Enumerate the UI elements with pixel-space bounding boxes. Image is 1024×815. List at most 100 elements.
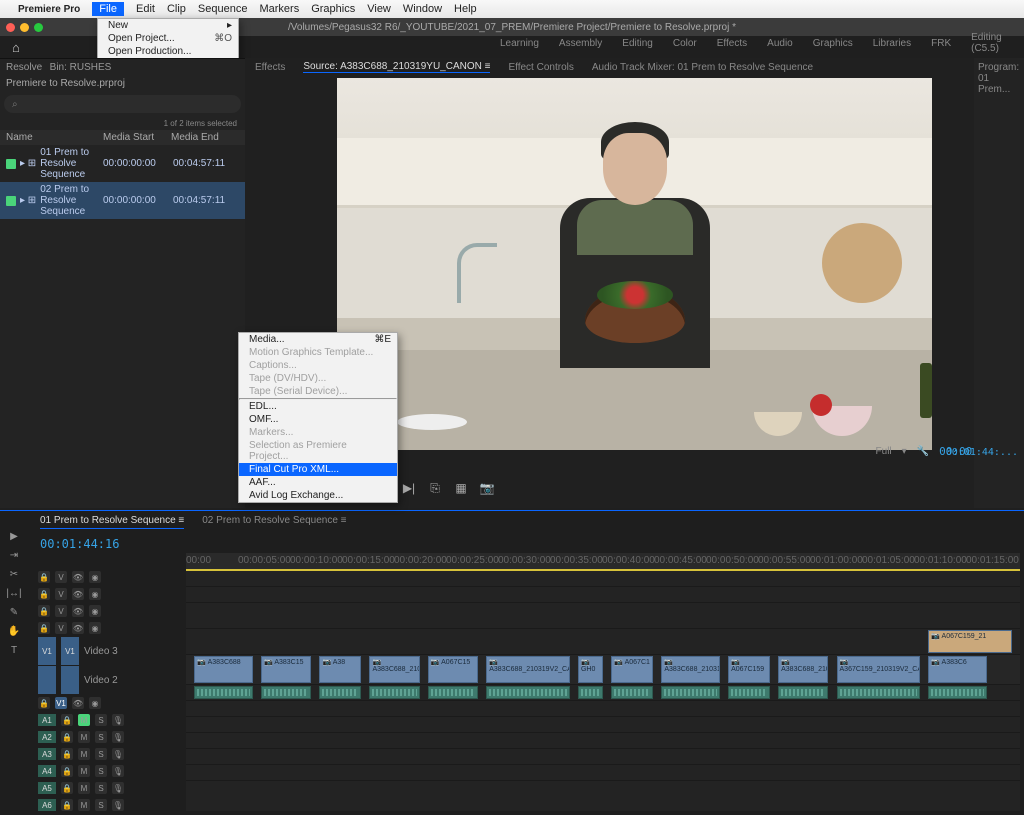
video-clip[interactable]: 📷 A067C1: [611, 656, 653, 683]
workspace-frk[interactable]: FRK: [931, 38, 951, 49]
menu-item[interactable]: Open Project...⌘O: [98, 32, 238, 45]
submenu-item[interactable]: Final Cut Pro XML...: [239, 463, 397, 476]
menu-file[interactable]: File: [92, 2, 124, 16]
video-clip[interactable]: 📷 GH0: [578, 656, 603, 683]
video-clip[interactable]: 📷 A383C15: [261, 656, 311, 683]
project-panel: Resolve Bin: RUSHES Premiere to Resolve.…: [0, 58, 245, 508]
audio-clip[interactable]: [661, 686, 719, 699]
project-item[interactable]: ▸ ⊞02 Prem to Resolve Sequence00:00:00:0…: [0, 182, 245, 219]
program-timecode: 00:01:44:...: [946, 447, 1018, 458]
go-out-icon[interactable]: ▶|: [401, 481, 417, 495]
ripple-tool-icon[interactable]: ✂: [10, 569, 18, 580]
audio-clip[interactable]: [194, 686, 252, 699]
lane-v1: 📷 A383C688 📷 A383C15 📷 A38 📷 A383C688_21031…: [186, 655, 1020, 685]
window-controls[interactable]: [0, 20, 49, 35]
sequence-tab[interactable]: 01 Prem to Resolve Sequence ≡: [40, 515, 184, 529]
workspace-audio[interactable]: Audio: [767, 38, 793, 49]
audio-clip[interactable]: [728, 686, 770, 699]
audio-clip[interactable]: [369, 686, 419, 699]
workspace-color[interactable]: Color: [673, 38, 697, 49]
audio-clip[interactable]: [319, 686, 361, 699]
video-clip[interactable]: 📷 A383C6: [928, 656, 986, 683]
overwrite-icon[interactable]: ▦: [453, 481, 469, 495]
menu-markers[interactable]: Markers: [259, 3, 299, 15]
audio-clip[interactable]: [261, 686, 311, 699]
audio-clip[interactable]: [486, 686, 569, 699]
menu-clip[interactable]: Clip: [167, 3, 186, 15]
video-clip[interactable]: 📷 A383C688_210: [778, 656, 828, 683]
source-tab[interactable]: Source: A383C688_210319YU_CANON ≡: [303, 61, 490, 73]
insert-icon[interactable]: ⎘: [427, 481, 443, 496]
menu-graphics[interactable]: Graphics: [311, 3, 355, 15]
workspace-editing[interactable]: Editing: [622, 38, 653, 49]
submenu-item[interactable]: OMF...: [239, 413, 397, 426]
menu-item[interactable]: Open Production...: [98, 45, 238, 58]
submenu-item[interactable]: EDL...: [239, 400, 397, 413]
lane-a5: [186, 749, 1020, 765]
type-tool-icon[interactable]: T: [11, 645, 17, 656]
submenu-item[interactable]: Avid Log Exchange...: [239, 489, 397, 502]
workspace-editing (c5.5)[interactable]: Editing (C5.5): [971, 32, 1024, 54]
lane-v3: [186, 587, 1020, 603]
hand-tool-icon[interactable]: ✋: [8, 626, 20, 637]
workspace-assembly[interactable]: Assembly: [559, 38, 602, 49]
source-tabs: Effects Source: A383C688_210319YU_CANON ≡…: [245, 58, 1024, 76]
menu-item[interactable]: New▸: [98, 19, 238, 32]
submenu-item: Tape (Serial Device)...: [239, 385, 397, 398]
resolve-label: Resolve: [6, 62, 42, 73]
export-frame-icon[interactable]: 📷: [479, 481, 495, 495]
bin-label: Bin: RUSHES: [50, 62, 112, 73]
source-tab[interactable]: Effects: [255, 62, 285, 73]
timeline-lanes[interactable]: 00:0000:00:05:0000:00:10:0000:00:15:0000…: [186, 553, 1020, 811]
video-clip[interactable]: 📷 A38: [319, 656, 361, 683]
selection-tool-icon[interactable]: ▶: [10, 531, 18, 542]
wrench-icon[interactable]: 🔧: [917, 446, 929, 457]
video-clip[interactable]: 📷 A067C15: [428, 656, 478, 683]
audio-clip[interactable]: [778, 686, 828, 699]
menu-edit[interactable]: Edit: [136, 3, 155, 15]
video-clip[interactable]: 📷 A383C688_210319U: [661, 656, 719, 683]
submenu-item: Selection as Premiere Project...: [239, 439, 397, 463]
project-item[interactable]: ▸ ⊞01 Prem to Resolve Sequence00:00:00:0…: [0, 145, 245, 182]
selection-count: 1 of 2 items selected: [0, 117, 245, 130]
search-icon: ⌕: [12, 99, 18, 110]
sequence-tab[interactable]: 02 Prem to Resolve Sequence ≡: [202, 515, 346, 529]
workspace-learning[interactable]: Learning: [500, 38, 539, 49]
video-clip[interactable]: 📷 A383C688_210319V2_CANON: [486, 656, 569, 683]
submenu-item[interactable]: Media...⌘E: [239, 333, 397, 346]
workspace-effects[interactable]: Effects: [717, 38, 747, 49]
audio-clip[interactable]: [928, 686, 986, 699]
track-headers: 🔒V👁◉🔒V👁◉🔒V👁◉🔒V👁◉V1V1Video 3Video 2🔒V1👁◉A…: [34, 569, 184, 814]
video-clip[interactable]: 📷 A383C688_210319: [369, 656, 419, 683]
source-tab[interactable]: Effect Controls: [508, 62, 573, 73]
audio-clip[interactable]: [611, 686, 653, 699]
lane-a6: [186, 765, 1020, 781]
full-dropdown[interactable]: Full: [876, 446, 892, 457]
workspace-libraries[interactable]: Libraries: [873, 38, 911, 49]
submenu-item[interactable]: AAF...: [239, 476, 397, 489]
submenu-item: Tape (DV/HDV)...: [239, 372, 397, 385]
menu-window[interactable]: Window: [403, 3, 442, 15]
video-clip[interactable]: 📷 A383C688: [194, 656, 252, 683]
timeline-timecode: 00:01:44:16: [0, 533, 1024, 555]
audio-clip[interactable]: [578, 686, 603, 699]
audio-clip[interactable]: [837, 686, 920, 699]
time-ruler[interactable]: 00:0000:00:05:0000:00:10:0000:00:15:0000…: [186, 553, 1020, 569]
track-select-icon[interactable]: ⇥: [10, 550, 18, 561]
submenu-item: Markers...: [239, 426, 397, 439]
source-preview[interactable]: [337, 78, 932, 450]
video-clip[interactable]: 📷 A367C159_210319V2_CA: [837, 656, 920, 683]
source-tab[interactable]: Audio Track Mixer: 01 Prem to Resolve Se…: [592, 62, 813, 73]
video-clip[interactable]: 📷 A067C159: [728, 656, 770, 683]
slip-tool-icon[interactable]: |↔|: [6, 588, 21, 599]
menu-view[interactable]: View: [367, 3, 391, 15]
app-name[interactable]: Premiere Pro: [18, 4, 80, 15]
project-tab[interactable]: Premiere to Resolve.prproj: [6, 78, 125, 89]
audio-clip[interactable]: [428, 686, 478, 699]
search-input[interactable]: ⌕: [4, 95, 241, 113]
workspace-graphics[interactable]: Graphics: [813, 38, 853, 49]
pen-tool-icon[interactable]: ✎: [10, 607, 18, 618]
menu-sequence[interactable]: Sequence: [198, 3, 248, 15]
menu-help[interactable]: Help: [454, 3, 477, 15]
lane-v3b: [186, 603, 1020, 629]
